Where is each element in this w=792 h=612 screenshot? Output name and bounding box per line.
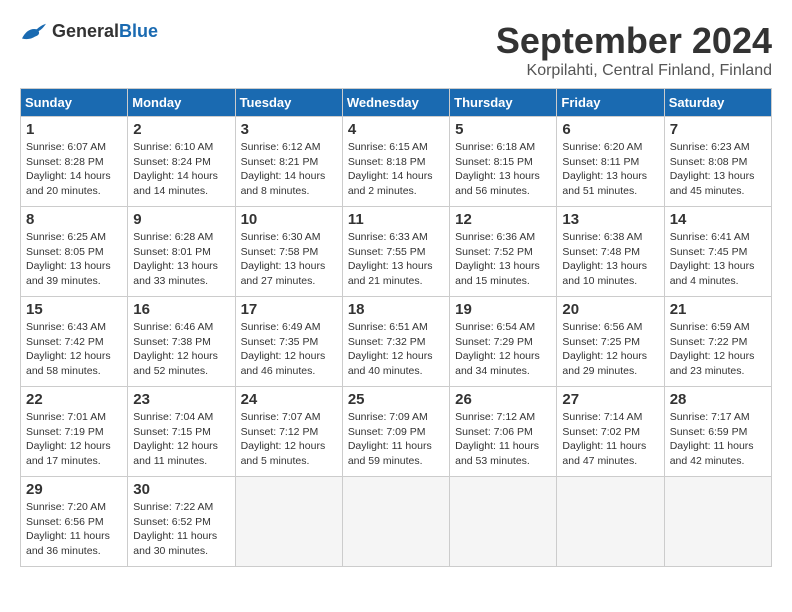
location-title: Korpilahti, Central Finland, Finland [496,62,772,80]
calendar-week-3: 15 Sunrise: 6:43 AMSunset: 7:42 PMDaylig… [21,297,772,387]
month-title: September 2024 [496,20,772,62]
calendar-week-5: 29 Sunrise: 7:20 AMSunset: 6:56 PMDaylig… [21,477,772,567]
day-30: 30 Sunrise: 7:22 AMSunset: 6:52 PMDaylig… [128,477,235,567]
day-5: 5 Sunrise: 6:18 AMSunset: 8:15 PMDayligh… [450,117,557,207]
day-26: 26 Sunrise: 7:12 AMSunset: 7:06 PMDaylig… [450,387,557,477]
day-16: 16 Sunrise: 6:46 AMSunset: 7:38 PMDaylig… [128,297,235,387]
day-17: 17 Sunrise: 6:49 AMSunset: 7:35 PMDaylig… [235,297,342,387]
day-11: 11 Sunrise: 6:33 AMSunset: 7:55 PMDaylig… [342,207,449,297]
day-8: 8 Sunrise: 6:25 AMSunset: 8:05 PMDayligh… [21,207,128,297]
day-21: 21 Sunrise: 6:59 AMSunset: 7:22 PMDaylig… [664,297,771,387]
header-thursday: Thursday [450,89,557,117]
logo-general: General [52,21,119,41]
day-10: 10 Sunrise: 6:30 AMSunset: 7:58 PMDaylig… [235,207,342,297]
day-4: 4 Sunrise: 6:15 AMSunset: 8:18 PMDayligh… [342,117,449,207]
logo: GeneralBlue [20,20,158,44]
calendar-table: Sunday Monday Tuesday Wednesday Thursday… [20,88,772,567]
day-13: 13 Sunrise: 6:38 AMSunset: 7:48 PMDaylig… [557,207,664,297]
day-empty-4 [557,477,664,567]
logo-text: GeneralBlue [52,22,158,42]
day-3: 3 Sunrise: 6:12 AMSunset: 8:21 PMDayligh… [235,117,342,207]
day-empty-5 [664,477,771,567]
day-empty-1 [235,477,342,567]
header-friday: Friday [557,89,664,117]
weekday-header-row: Sunday Monday Tuesday Wednesday Thursday… [21,89,772,117]
day-28: 28 Sunrise: 7:17 AMSunset: 6:59 PMDaylig… [664,387,771,477]
day-12: 12 Sunrise: 6:36 AMSunset: 7:52 PMDaylig… [450,207,557,297]
day-14: 14 Sunrise: 6:41 AMSunset: 7:45 PMDaylig… [664,207,771,297]
day-15: 15 Sunrise: 6:43 AMSunset: 7:42 PMDaylig… [21,297,128,387]
day-empty-3 [450,477,557,567]
day-22: 22 Sunrise: 7:01 AMSunset: 7:19 PMDaylig… [21,387,128,477]
header-monday: Monday [128,89,235,117]
day-18: 18 Sunrise: 6:51 AMSunset: 7:32 PMDaylig… [342,297,449,387]
day-9: 9 Sunrise: 6:28 AMSunset: 8:01 PMDayligh… [128,207,235,297]
logo-blue: Blue [119,21,158,41]
title-section: September 2024 Korpilahti, Central Finla… [496,20,772,80]
header-saturday: Saturday [664,89,771,117]
calendar-week-4: 22 Sunrise: 7:01 AMSunset: 7:19 PMDaylig… [21,387,772,477]
day-24: 24 Sunrise: 7:07 AMSunset: 7:12 PMDaylig… [235,387,342,477]
day-29: 29 Sunrise: 7:20 AMSunset: 6:56 PMDaylig… [21,477,128,567]
calendar-week-2: 8 Sunrise: 6:25 AMSunset: 8:05 PMDayligh… [21,207,772,297]
day-20: 20 Sunrise: 6:56 AMSunset: 7:25 PMDaylig… [557,297,664,387]
day-25: 25 Sunrise: 7:09 AMSunset: 7:09 PMDaylig… [342,387,449,477]
day-19: 19 Sunrise: 6:54 AMSunset: 7:29 PMDaylig… [450,297,557,387]
header-wednesday: Wednesday [342,89,449,117]
day-23: 23 Sunrise: 7:04 AMSunset: 7:15 PMDaylig… [128,387,235,477]
logo-bird-icon [20,20,48,44]
day-27: 27 Sunrise: 7:14 AMSunset: 7:02 PMDaylig… [557,387,664,477]
calendar-week-1: 1 Sunrise: 6:07 AMSunset: 8:28 PMDayligh… [21,117,772,207]
day-2: 2 Sunrise: 6:10 AMSunset: 8:24 PMDayligh… [128,117,235,207]
header-tuesday: Tuesday [235,89,342,117]
page-header: GeneralBlue September 2024 Korpilahti, C… [20,20,772,80]
day-7: 7 Sunrise: 6:23 AMSunset: 8:08 PMDayligh… [664,117,771,207]
header-sunday: Sunday [21,89,128,117]
day-empty-2 [342,477,449,567]
day-1: 1 Sunrise: 6:07 AMSunset: 8:28 PMDayligh… [21,117,128,207]
day-6: 6 Sunrise: 6:20 AMSunset: 8:11 PMDayligh… [557,117,664,207]
